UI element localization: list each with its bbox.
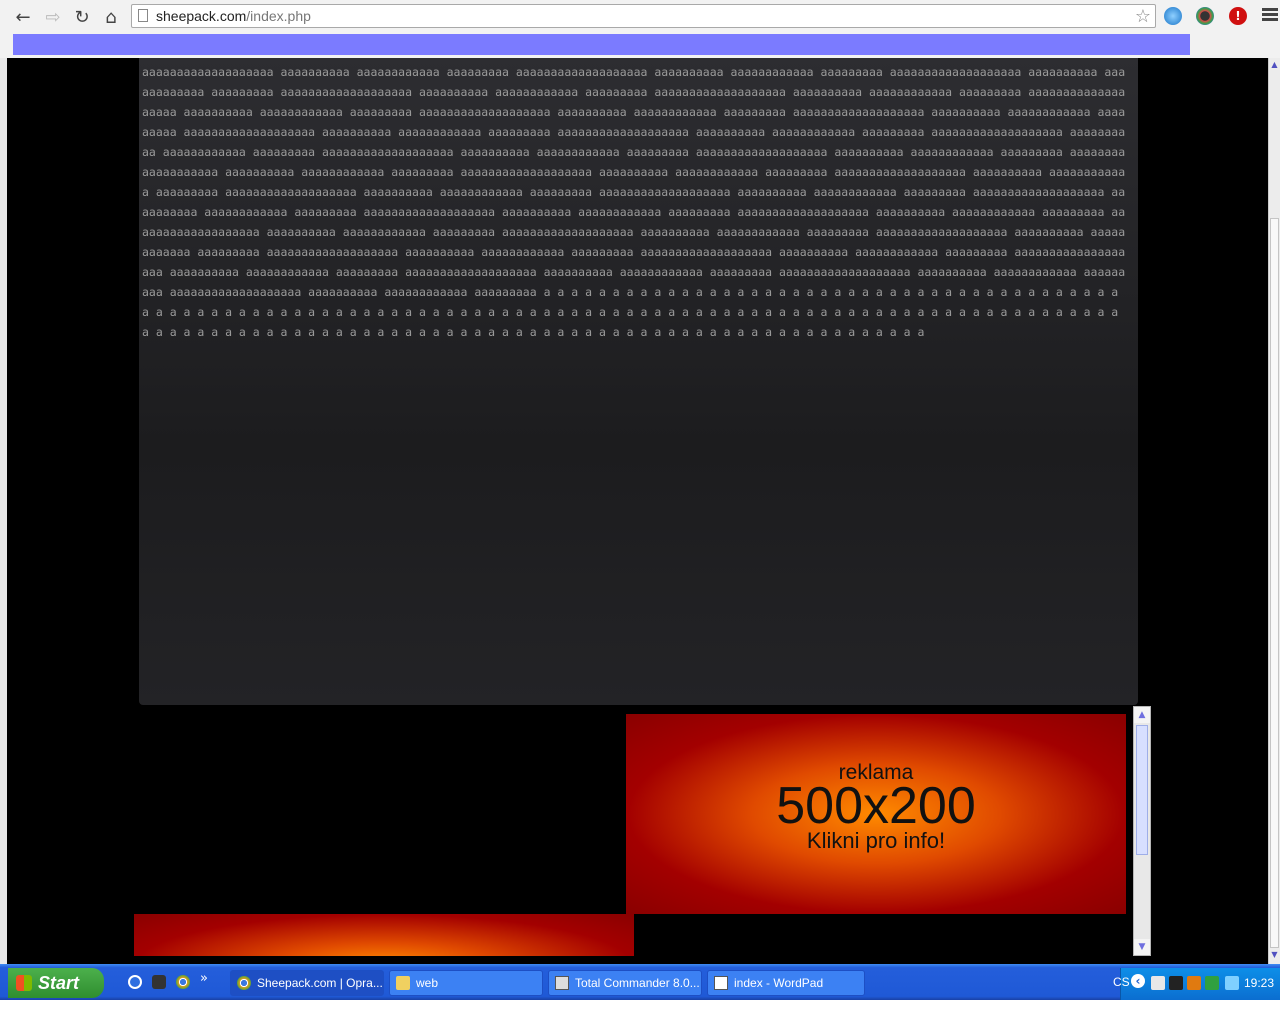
- task-button-total-commander[interactable]: Total Commander 8.0...: [548, 970, 702, 996]
- scrollbar-thumb[interactable]: [1136, 725, 1148, 855]
- chrome-icon[interactable]: [176, 975, 190, 989]
- page-icon: [138, 9, 148, 22]
- back-button[interactable]: ←: [11, 5, 35, 29]
- extension-color-icon[interactable]: [1196, 7, 1214, 25]
- extension-compass-icon[interactable]: [1164, 7, 1182, 25]
- chrome-icon: [237, 976, 251, 990]
- scroll-down-icon[interactable]: ▼: [1134, 939, 1150, 955]
- content-text: aaaaaaaaaaaaaaaaaaa aaaaaaaaaa aaaaaaaaa…: [142, 65, 1126, 339]
- menu-icon[interactable]: [1262, 6, 1278, 26]
- bookmarks-bar: [0, 34, 1280, 58]
- start-button[interactable]: Start: [8, 968, 104, 998]
- network-icon[interactable]: [1151, 976, 1165, 990]
- forward-arrow-icon: ⇨: [45, 6, 61, 28]
- address-bar[interactable]: sheepack.com/index.php ☆: [131, 4, 1156, 28]
- clock[interactable]: 19:23: [1244, 976, 1274, 990]
- window-left-edge: [0, 58, 7, 964]
- screen-bottom-strip: [0, 1000, 1280, 1024]
- page-viewport: aaaaaaaaaaaaaaaaaaa aaaaaaaaaa aaaaaaaaa…: [0, 58, 1280, 964]
- scrollbar-thumb[interactable]: [1270, 218, 1279, 948]
- app-icon[interactable]: [152, 975, 166, 989]
- steam-icon[interactable]: [1169, 976, 1183, 990]
- bookmark-bar-strip: [13, 34, 1190, 55]
- extension-alert-icon[interactable]: !: [1229, 7, 1247, 25]
- home-button[interactable]: ⌂: [99, 5, 123, 29]
- tray-app-icon[interactable]: [1187, 976, 1201, 990]
- ie-icon[interactable]: [128, 975, 142, 989]
- folder-icon: [396, 976, 410, 990]
- page-scrollbar[interactable]: ▲ ▼: [1268, 58, 1280, 964]
- wordpad-icon: [714, 976, 728, 990]
- bookmark-star-icon[interactable]: ☆: [1135, 6, 1151, 27]
- tray-app-icon[interactable]: [1205, 976, 1219, 990]
- task-button-wordpad[interactable]: index - WordPad: [707, 970, 865, 996]
- ad-cta: Klikni pro info!: [806, 828, 946, 853]
- volume-icon[interactable]: [1225, 976, 1239, 990]
- floppy-icon: [555, 976, 569, 990]
- content-panel: aaaaaaaaaaaaaaaaaaa aaaaaaaaaa aaaaaaaaa…: [139, 58, 1138, 705]
- tray-expand-icon[interactable]: ‹: [1131, 974, 1145, 988]
- windows-logo-icon: [16, 975, 32, 991]
- forward-button[interactable]: ⇨: [41, 5, 65, 29]
- start-label: Start: [38, 972, 80, 993]
- task-button-browser[interactable]: Sheepack.com | Opra...: [230, 970, 384, 996]
- task-label: index - WordPad: [734, 976, 824, 990]
- back-arrow-icon: ←: [15, 6, 31, 28]
- task-label: Sheepack.com | Opra...: [257, 976, 383, 990]
- ad-banner[interactable]: reklama 500x200 Klikni pro info!: [626, 714, 1126, 914]
- url-domain: sheepack.com: [156, 8, 247, 24]
- task-label: Total Commander 8.0...: [575, 976, 700, 990]
- language-indicator[interactable]: CS: [1113, 975, 1130, 989]
- ad-size: 500x200: [776, 777, 976, 835]
- task-button-folder[interactable]: web: [389, 970, 543, 996]
- taskbar: Start » Sheepack.com | Opra... web Total…: [0, 964, 1280, 1000]
- scroll-down-icon[interactable]: ▼: [1269, 950, 1280, 962]
- reload-icon: ↻: [74, 6, 90, 28]
- system-tray: CS ‹ 19:23: [1113, 968, 1280, 1000]
- home-icon: ⌂: [105, 6, 117, 28]
- ad-banner-bottom[interactable]: [134, 914, 634, 956]
- quick-launch-more[interactable]: »: [200, 971, 208, 986]
- url-text[interactable]: sheepack.com/index.php: [156, 8, 311, 24]
- scroll-up-icon[interactable]: ▲: [1269, 60, 1280, 72]
- reload-button[interactable]: ↻: [70, 5, 94, 29]
- browser-toolbar: ← ⇨ ↻ ⌂ sheepack.com/index.php ☆ !: [0, 0, 1280, 35]
- url-path: /index.php: [246, 8, 311, 24]
- inner-scrollbar[interactable]: ▲ ▼: [1133, 706, 1151, 956]
- scroll-up-icon[interactable]: ▲: [1134, 707, 1150, 723]
- task-label: web: [416, 976, 439, 990]
